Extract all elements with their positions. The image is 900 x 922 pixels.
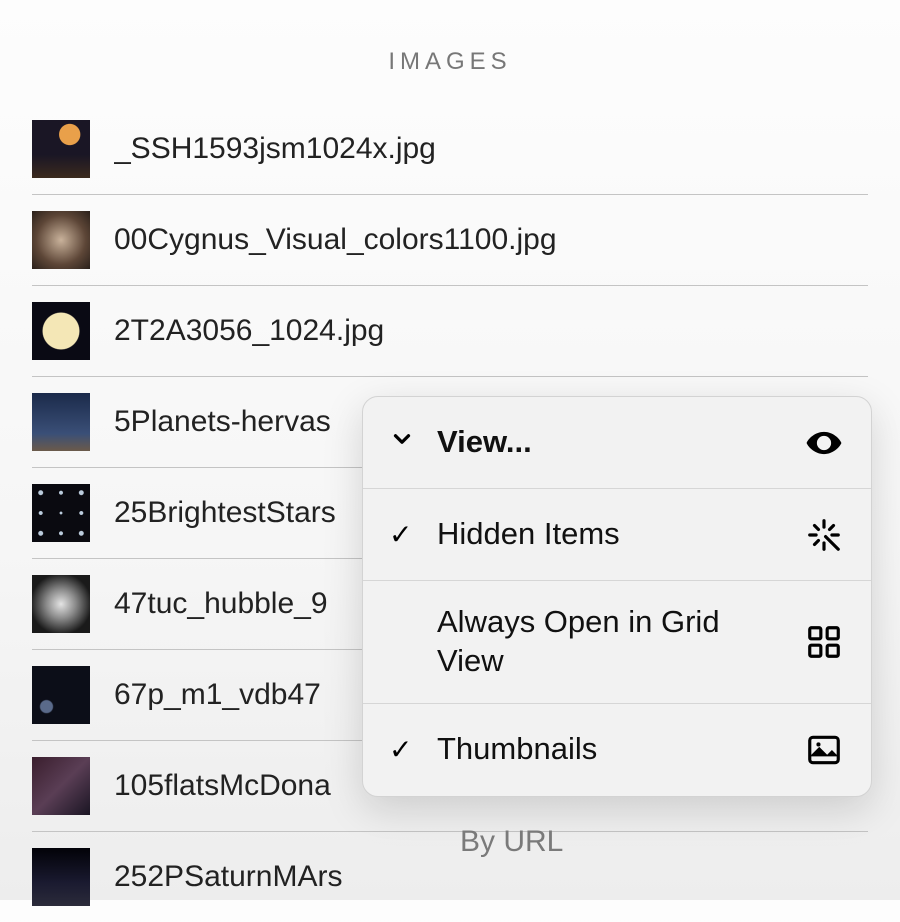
file-name: 5Planets-hervas (114, 405, 331, 439)
file-row[interactable]: _SSH1593jsm1024x.jpg (32, 104, 868, 195)
file-name: 47tuc_hubble_9 (114, 587, 328, 621)
file-thumbnail (32, 393, 90, 451)
menu-header-view[interactable]: View... (363, 397, 871, 489)
file-name: 25BrightestStars (114, 496, 336, 530)
file-row[interactable]: 252PSaturnMArs (32, 832, 868, 922)
view-menu-popover: View... ✓ Hidden Items Always Open in Gr… (362, 396, 872, 797)
file-name: 67p_m1_vdb47 (114, 678, 321, 712)
menu-item-label: Always Open in Grid View (437, 603, 785, 681)
picture-icon (803, 729, 845, 771)
file-row[interactable]: 00Cygnus_Visual_colors1100.jpg (32, 195, 868, 286)
file-name: 00Cygnus_Visual_colors1100.jpg (114, 223, 557, 257)
file-thumbnail (32, 302, 90, 360)
file-thumbnail (32, 666, 90, 724)
menu-item-grid-view[interactable]: Always Open in Grid View (363, 581, 871, 704)
file-thumbnail (32, 757, 90, 815)
file-thumbnail (32, 575, 90, 633)
menu-header-label: View... (437, 423, 785, 462)
menu-item-thumbnails[interactable]: ✓ Thumbnails (363, 704, 871, 796)
file-name: 252PSaturnMArs (114, 860, 342, 894)
menu-item-label: Thumbnails (437, 730, 785, 769)
menu-item-hidden-items[interactable]: ✓ Hidden Items (363, 489, 871, 581)
eye-icon (803, 422, 845, 464)
file-thumbnail (32, 848, 90, 906)
sparkle-cursor-icon (803, 514, 845, 556)
section-header: IMAGES (0, 0, 900, 104)
file-thumbnail (32, 211, 90, 269)
file-name: 105flatsMcDona (114, 769, 331, 803)
check-icon: ✓ (389, 518, 419, 551)
file-name: _SSH1593jsm1024x.jpg (114, 132, 436, 166)
check-icon: ✓ (389, 733, 419, 766)
by-url-label[interactable]: By URL (460, 825, 563, 859)
file-name: 2T2A3056_1024.jpg (114, 314, 384, 348)
file-thumbnail (32, 484, 90, 542)
grid-icon (803, 621, 845, 663)
menu-item-label: Hidden Items (437, 515, 785, 554)
file-thumbnail (32, 120, 90, 178)
file-row[interactable]: 2T2A3056_1024.jpg (32, 286, 868, 377)
chevron-down-icon (389, 426, 419, 459)
